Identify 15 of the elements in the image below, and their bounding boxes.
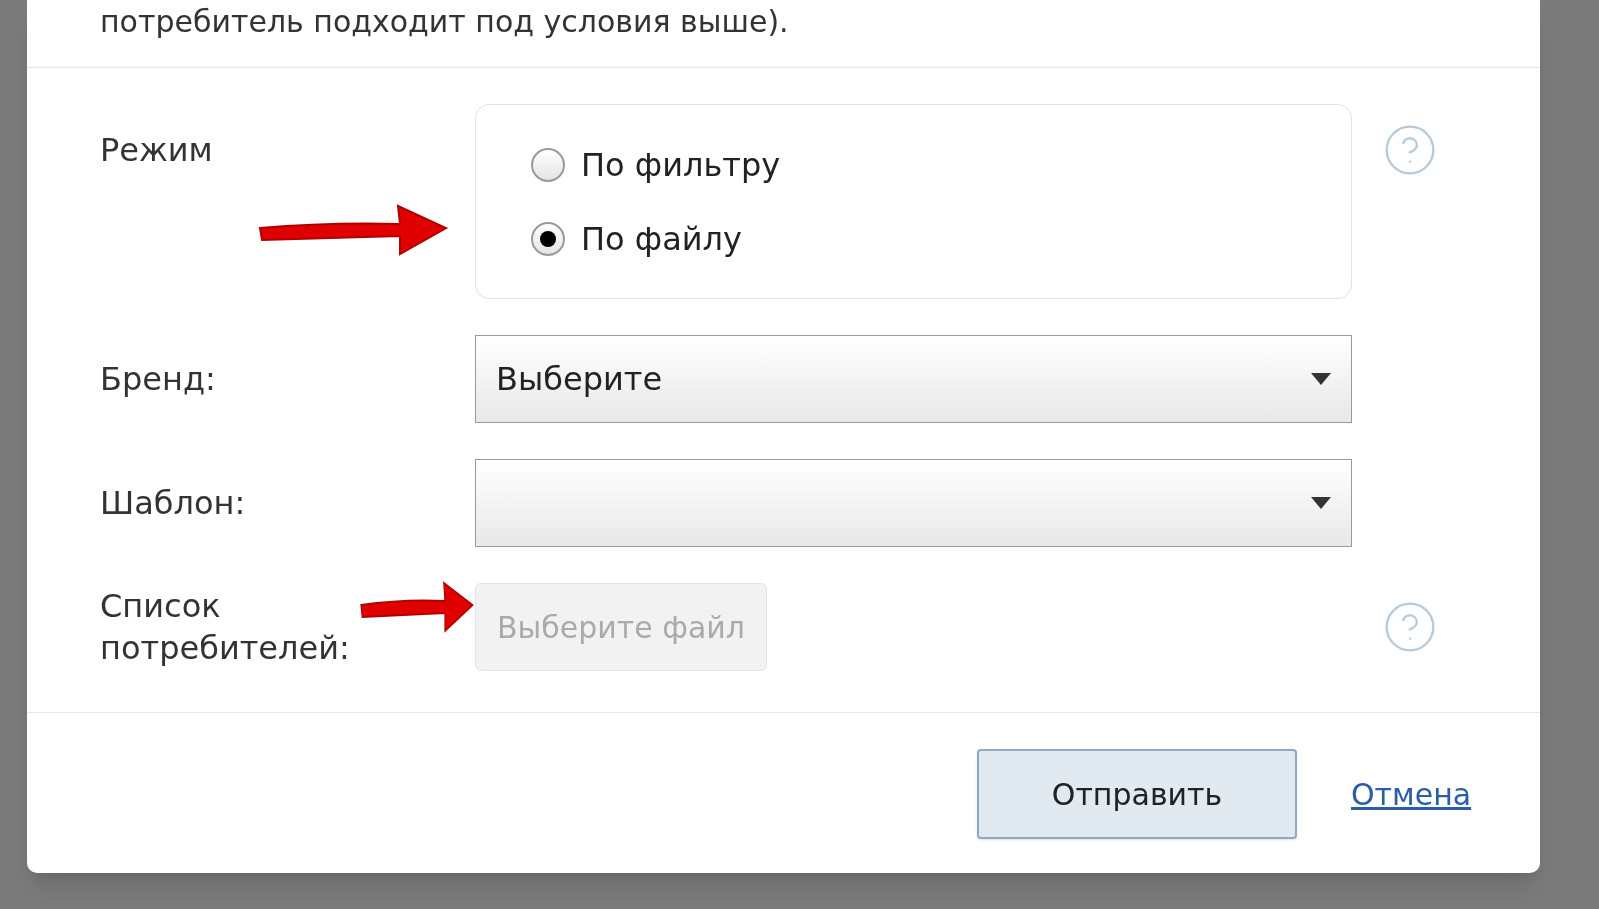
caret-icon: [1311, 497, 1331, 509]
template-label: Шаблон:: [100, 483, 247, 524]
submit-button[interactable]: Отправить: [977, 749, 1297, 839]
caret-icon: [1311, 373, 1331, 385]
consumer-list-label: Список потребителей:: [100, 586, 350, 669]
dropdown-field[interactable]: Выберите: [475, 335, 1352, 423]
radio-option[interactable]: По файлу: [531, 214, 1351, 263]
radio-button[interactable]: [531, 147, 565, 182]
radio-button[interactable]: [531, 221, 565, 256]
radio-option[interactable]: По фильтру: [531, 140, 1351, 189]
intro-text: потребитель подходит под условия выше).: [100, 4, 789, 40]
dropdown-field[interactable]: [475, 459, 1352, 547]
cancel-link[interactable]: Отмена: [1351, 771, 1472, 817]
brand-label: Бренд:: [100, 359, 217, 400]
mode-label: Режим: [100, 130, 214, 171]
